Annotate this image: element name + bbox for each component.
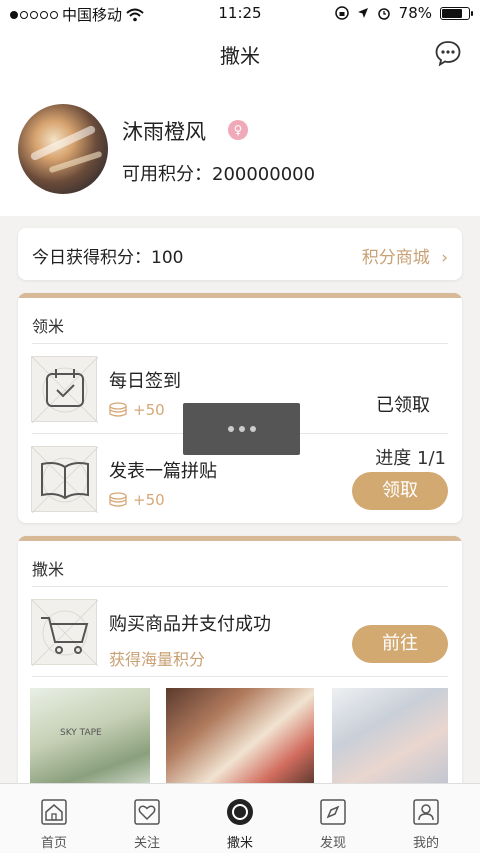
tab-sami[interactable]: 撒米 — [192, 784, 288, 853]
page-title: 撒米 — [220, 44, 260, 68]
card-topbar — [18, 293, 462, 298]
product-image[interactable] — [166, 688, 314, 784]
alarm-clock-icon — [377, 8, 390, 20]
lingmi-heading: 领米 — [32, 317, 65, 336]
coin-circle-icon — [227, 799, 253, 825]
divider — [32, 343, 448, 344]
chat-bubble-icon[interactable] — [434, 39, 462, 67]
tab-label: 我的 — [412, 836, 439, 851]
tab-label: 撒米 — [226, 836, 253, 851]
tab-label: 关注 — [133, 836, 160, 851]
compass-icon — [320, 799, 346, 825]
divider — [32, 586, 448, 587]
today-points-value: 100 — [151, 248, 184, 268]
status-bar: 中国移动 11:25 78% — [0, 0, 480, 26]
profile-section: 沐雨橙风 ♀ 可用积分：200000000 — [0, 80, 480, 216]
claim-button[interactable]: 领取 — [352, 472, 448, 510]
battery-percent: 78% — [398, 4, 432, 22]
tab-follow[interactable]: 关注 — [99, 784, 195, 853]
available-points: 可用积分：200000000 — [122, 160, 315, 186]
tab-label: 发现 — [319, 836, 346, 851]
calendar-check-icon — [31, 356, 99, 424]
female-icon: ♀ — [228, 120, 248, 140]
task-title: 购买商品并支付成功 — [109, 614, 271, 635]
points-value: 200000000 — [212, 164, 316, 185]
avatar[interactable] — [18, 104, 108, 194]
tab-discover[interactable]: 发现 — [285, 784, 381, 853]
reward-amount: +50 — [133, 491, 165, 509]
username: 沐雨橙风 — [122, 120, 206, 144]
coin-stack-icon — [109, 492, 127, 507]
sami-heading: 撒米 — [32, 560, 65, 579]
product-label: SKY TAPE — [60, 728, 102, 738]
location-arrow-icon — [357, 8, 368, 18]
status-right: 78% — [334, 4, 473, 22]
points-label: 可用积分： — [122, 164, 212, 185]
divider — [32, 676, 448, 677]
product-image[interactable] — [332, 688, 448, 784]
go-button[interactable]: 前往 — [352, 625, 448, 663]
task-progress: 进度 1/1 — [375, 448, 446, 469]
points-mall-label: 积分商城 — [361, 248, 430, 268]
chevron-right-icon: › — [441, 248, 448, 268]
task-subtitle: 获得海量积分 — [109, 650, 206, 669]
shopping-cart-icon — [31, 599, 99, 667]
tab-bar: 首页 关注 撒米 发现 我的 — [0, 783, 480, 853]
tab-home[interactable]: 首页 — [6, 784, 102, 853]
task-title: 发表一篇拼贴 — [109, 461, 217, 482]
card-topbar — [18, 536, 462, 541]
today-points-card: 今日获得积分：100 积分商城 › — [18, 228, 462, 280]
home-icon — [41, 799, 67, 825]
task-reward: +50 — [109, 491, 165, 509]
open-book-icon — [31, 446, 99, 514]
navigation-bar: 撒米 — [0, 26, 480, 80]
today-points-label: 今日获得积分： — [32, 248, 151, 268]
coin-stack-icon — [109, 402, 127, 417]
tab-mine[interactable]: 我的 — [378, 784, 474, 853]
user-icon — [413, 799, 439, 825]
rotation-lock-icon — [334, 6, 349, 20]
today-points: 今日获得积分：100 — [32, 243, 183, 268]
tab-label: 首页 — [40, 836, 67, 851]
product-strip: SKY TAPE — [18, 688, 462, 784]
reward-amount: +50 — [133, 401, 165, 419]
task-reward: +50 — [109, 401, 165, 419]
heart-icon — [134, 799, 160, 825]
claimed-status: 已领取 — [376, 395, 430, 416]
task-title: 每日签到 — [109, 371, 181, 392]
loading-indicator — [183, 403, 300, 455]
product-image[interactable]: SKY TAPE — [30, 688, 150, 784]
points-mall-link[interactable]: 积分商城 › — [362, 243, 448, 268]
battery-icon — [440, 6, 473, 20]
